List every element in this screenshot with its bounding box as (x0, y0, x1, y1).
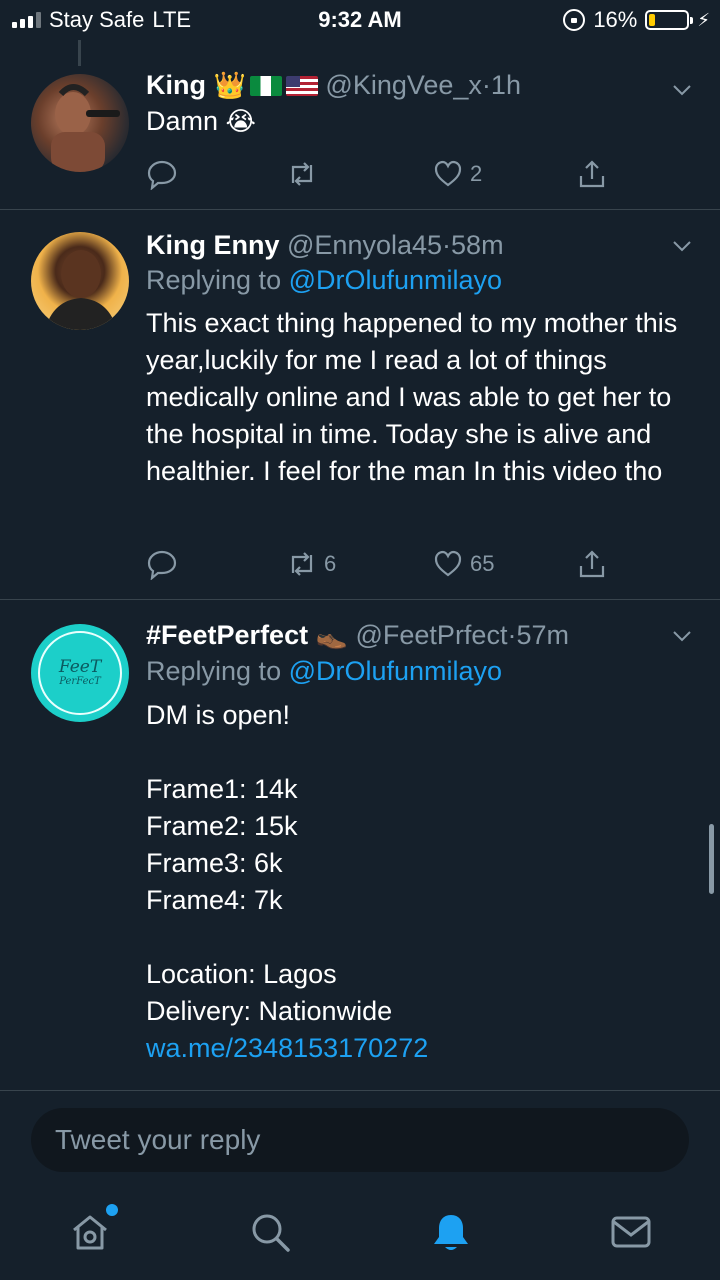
tweet-actions: 6 65 (146, 548, 616, 582)
crown-emoji: 👑 (213, 71, 246, 101)
tweet-header: King 👑 @KingVee_x·1h (146, 68, 694, 103)
like-count: 2 (470, 161, 483, 186)
search-icon (252, 1214, 290, 1252)
thread-line (78, 40, 81, 66)
tweet[interactable]: FeeT PerFecT #FeetPerfect 👞 @FeetPrfect·… (0, 600, 720, 1090)
replying-to-label: Replying to (146, 656, 282, 686)
reply-button[interactable] (146, 548, 184, 580)
separator: · (442, 230, 452, 260)
home-badge-dot (106, 1204, 118, 1216)
avatar[interactable] (31, 232, 129, 330)
retweet-count: 6 (324, 551, 337, 576)
tab-messages[interactable] (609, 1210, 653, 1254)
tab-notifications[interactable] (429, 1210, 473, 1254)
avatar[interactable]: FeeT PerFecT (31, 624, 129, 722)
timestamp[interactable]: 57m (516, 620, 569, 650)
tweet-header: King Enny @Ennyola45·58m (146, 228, 694, 262)
avatar-image (51, 84, 120, 172)
replying-to-mention[interactable]: @DrOlufunmilayo (289, 265, 502, 295)
rotation-lock-icon (563, 9, 586, 31)
handle[interactable]: @KingVee_x (325, 70, 482, 100)
replying-to: Replying to @DrOlufunmilayo (146, 262, 694, 298)
reply-input[interactable]: Tweet your reply (31, 1108, 689, 1172)
display-name[interactable]: #FeetPerfect (146, 620, 308, 650)
tab-bar (0, 1190, 720, 1280)
tweet-text: This exact thing happened to my mother t… (146, 308, 678, 486)
scrollbar[interactable] (709, 824, 714, 894)
us-flag-icon (285, 76, 318, 96)
heart-icon (434, 550, 462, 577)
tweet-actions: 2 (146, 158, 616, 192)
tweet-content: King 👑 @KingVee_x·1h Damn 😭 (146, 68, 694, 141)
crying-emoji: 😭 (225, 107, 256, 137)
timestamp[interactable]: 1h (491, 70, 521, 100)
replying-to-mention[interactable]: @DrOlufunmilayo (289, 656, 502, 686)
reply-icon (147, 550, 177, 580)
logo-line-2: PerFecT (59, 676, 101, 687)
timestamp[interactable]: 58m (451, 230, 504, 260)
tab-search[interactable] (248, 1210, 292, 1254)
tweet-link[interactable]: wa.me/2348153170272 (146, 1030, 694, 1067)
status-bar: Stay Safe LTE 9:32 AM 16% ⚡ (0, 0, 720, 40)
tweet-text-body: Damn (146, 106, 219, 136)
tweet-header: #FeetPerfect 👞 @FeetPrfect·57m (146, 618, 694, 653)
retweet-button[interactable]: 6 (286, 548, 336, 580)
share-button[interactable] (576, 548, 608, 580)
share-icon (579, 160, 605, 188)
tweet-text: Damn 😭 (146, 103, 694, 141)
battery-fill (649, 14, 656, 26)
charging-icon: ⚡ (697, 9, 710, 30)
battery-icon (645, 10, 694, 30)
display-name[interactable]: King Enny (146, 230, 280, 260)
avatar-image (45, 250, 117, 330)
tweet-content: King Enny @Ennyola45·58m Replying to @Dr… (146, 228, 694, 490)
tweet[interactable]: King Enny @Ennyola45·58m Replying to @Dr… (0, 210, 720, 600)
chevron-down-icon[interactable] (672, 236, 692, 256)
reply-icon (147, 160, 177, 190)
retweet-button[interactable] (286, 158, 324, 190)
avatar[interactable] (31, 74, 129, 172)
tab-home[interactable] (68, 1204, 118, 1254)
reply-bar: Tweet your reply (0, 1090, 720, 1190)
tweet-content: #FeetPerfect 👞 @FeetPrfect·57m Replying … (146, 618, 694, 1067)
screen: Stay Safe LTE 9:32 AM 16% ⚡ King 👑 @King… (0, 0, 720, 1280)
like-count: 65 (470, 551, 495, 576)
reply-button[interactable] (146, 158, 184, 190)
tweet[interactable]: King 👑 @KingVee_x·1h Damn 😭 2 (0, 40, 720, 210)
heart-icon (434, 160, 462, 187)
battery-percent: 16% (593, 7, 638, 32)
handle[interactable]: @FeetPrfect (356, 620, 508, 650)
home-icon (73, 1215, 107, 1250)
shoe-emoji: 👞 (315, 621, 348, 651)
share-icon (579, 550, 605, 578)
tweet-text: DM is open! Frame1: 14k Frame2: 15k Fram… (146, 700, 393, 1026)
display-name[interactable]: King (146, 70, 206, 100)
like-button[interactable]: 2 (432, 158, 482, 190)
messages-icon (611, 1216, 651, 1248)
notifications-icon (434, 1215, 468, 1250)
status-right: 16% ⚡ (563, 7, 710, 33)
like-button[interactable]: 65 (432, 548, 494, 580)
chevron-down-icon[interactable] (672, 80, 692, 100)
separator: · (481, 70, 491, 100)
nigeria-flag-icon (249, 76, 282, 96)
retweet-icon (291, 552, 313, 576)
feet-perfect-logo: FeeT PerFecT (38, 631, 122, 715)
share-button[interactable] (576, 158, 608, 190)
retweet-icon (291, 162, 313, 186)
logo-line-1: FeeT (58, 657, 102, 677)
handle[interactable]: @Ennyola45 (287, 230, 442, 260)
chevron-down-icon[interactable] (672, 626, 692, 646)
replying-to-label: Replying to (146, 265, 282, 295)
replying-to: Replying to @DrOlufunmilayo (146, 653, 694, 689)
